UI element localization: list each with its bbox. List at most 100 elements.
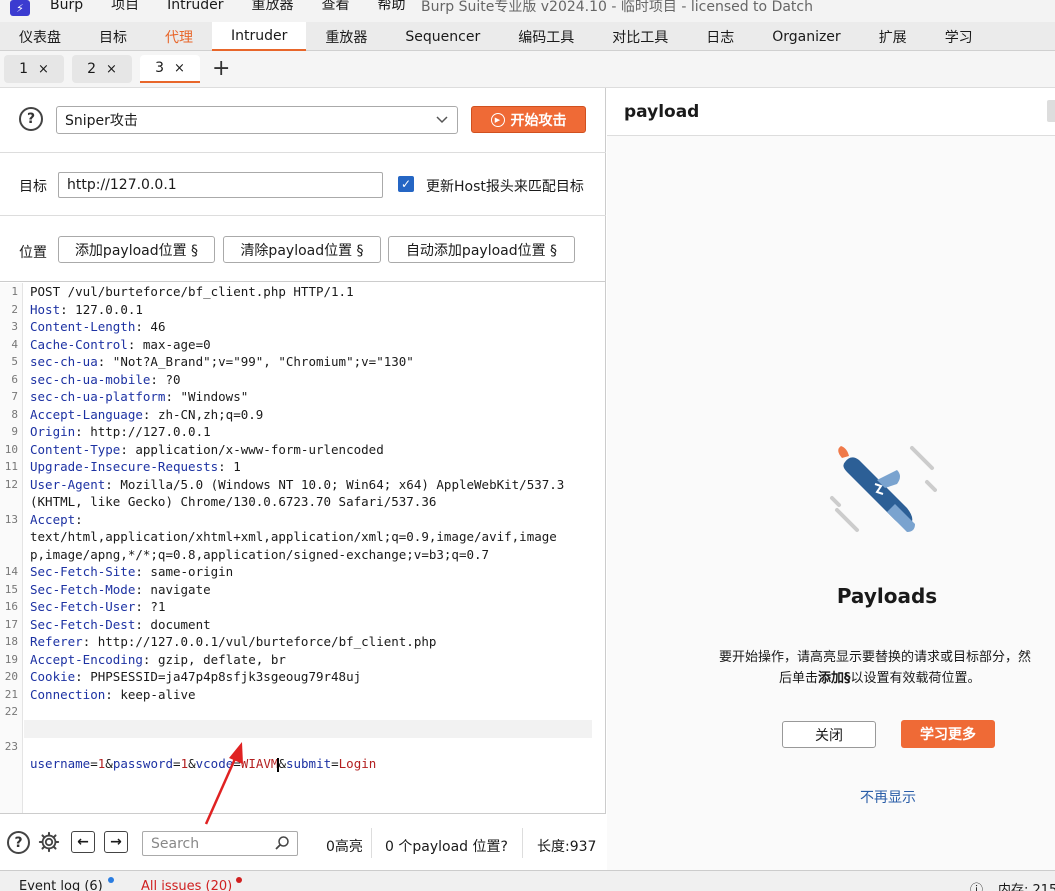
close-icon[interactable]: × (106, 62, 117, 77)
panel-collapse-handle[interactable] (1047, 100, 1055, 122)
request-line-text[interactable]: (KHTML, like Gecko) Chrome/130.0.6723.70… (30, 493, 436, 511)
target-label: 目标 (19, 179, 47, 195)
update-host-checkbox[interactable]: ✓ (398, 176, 414, 192)
line-number: 22 (4, 705, 18, 718)
header-value: ?1 (142, 599, 166, 614)
attack-type-select[interactable]: Sniper攻击 (56, 106, 458, 134)
tab-dashboard[interactable]: 仪表盘 (0, 22, 80, 51)
request-line-text[interactable]: User-Agent: Mozilla/5.0 (Windows NT 10.0… (30, 476, 564, 494)
request-line-text[interactable]: Referer: http://127.0.0.1/vul/burteforce… (30, 633, 436, 651)
help-icon[interactable]: ? (7, 831, 30, 854)
close-icon[interactable]: × (174, 61, 185, 76)
request-line-text[interactable]: sec-ch-ua: "Not?A_Brand";v="99", "Chromi… (30, 353, 414, 371)
header-name: Sec-Fetch-Site (30, 564, 136, 579)
tab-learn[interactable]: 学习 (926, 22, 992, 51)
tab-logger[interactable]: 日志 (687, 22, 753, 51)
header-name: Accept-Language (30, 406, 143, 422)
close-icon[interactable]: × (38, 62, 49, 77)
request-line-text[interactable]: Sec-Fetch-Dest: document (30, 616, 211, 634)
header-name: Cache-Control (30, 336, 128, 352)
gear-icon[interactable] (38, 831, 60, 853)
tab-repeater[interactable]: 重放器 (306, 22, 386, 51)
request-line-text[interactable]: Host: 127.0.0.1 (30, 301, 143, 319)
next-arrow-icon[interactable]: → (104, 831, 128, 853)
request-line-text[interactable]: POST /vul/burteforce/bf_client.php HTTP/… (30, 283, 354, 301)
request-line-text[interactable]: sec-ch-ua-platform: "Windows" (30, 388, 248, 406)
add-payload-position-button[interactable]: 添加payload位置 § (58, 236, 215, 263)
tab-organizer[interactable]: Organizer (753, 22, 859, 51)
header-name: sec-ch-ua (30, 354, 98, 369)
menu-repeater[interactable]: 重放器 (252, 0, 294, 22)
request-line-text[interactable]: sec-ch-ua-mobile: ?0 (30, 371, 181, 389)
request-line: 17 Sec-Fetch-Dest: document (0, 616, 606, 634)
attack-tab-1[interactable]: 1 × (4, 55, 64, 83)
search-input[interactable]: Search (142, 831, 298, 856)
request-line-text[interactable]: p,image/apng,*/*;q=0.8,application/signe… (30, 546, 489, 564)
menu-view[interactable]: 查看 (322, 0, 350, 22)
menu-intruder[interactable]: Intruder (167, 0, 223, 22)
tab-sequencer[interactable]: Sequencer (386, 22, 499, 51)
header-name: User-Agent (30, 476, 106, 492)
request-line-text[interactable]: Accept-Encoding: gzip, deflate, br (30, 651, 286, 669)
request-line-text[interactable]: Content-Length: 46 (30, 318, 165, 336)
help-icon[interactable]: ? (19, 107, 43, 131)
menu-project[interactable]: 项目 (111, 0, 139, 22)
update-host-label: 更新Host报头来匹配目标 (426, 179, 584, 195)
request-line: 15 Sec-Fetch-Mode: navigate (0, 581, 606, 599)
request-line-text[interactable]: Accept-Language: zh-CN,zh;q=0.9 (30, 406, 263, 424)
dont-show-again-link[interactable]: 不再显示 (860, 787, 916, 807)
request-line: 20 Cookie: PHPSESSID=ja47p4p8sfjk3sgeoug7… (0, 668, 606, 686)
previous-arrow-icon[interactable]: ← (71, 831, 95, 853)
line-number: 13 (4, 512, 18, 526)
status-bar: Event log (6) All issues (20) ⓘ 内存: 215 (0, 870, 1055, 891)
request-editor[interactable]: 1 POST /vul/burteforce/bf_client.php HTTP… (0, 283, 606, 813)
toolbar-divider (371, 828, 372, 858)
tab-decoder[interactable]: 编码工具 (499, 22, 593, 51)
tab-comparer[interactable]: 对比工具 (593, 22, 687, 51)
highlight-count: 0高亮 (326, 839, 363, 855)
request-line-text[interactable]: Upgrade-Insecure-Requests: 1 (30, 458, 241, 476)
request-line-text[interactable]: Accept: (30, 511, 83, 529)
attack-tab-3[interactable]: 3 × (140, 55, 200, 83)
request-line-text[interactable]: Sec-Fetch-Site: same-origin (30, 563, 233, 581)
start-attack-button[interactable]: ▶ 开始攻击 (471, 106, 586, 133)
all-issues-link[interactable]: All issues (20) (141, 879, 232, 891)
close-button[interactable]: 关闭 (782, 721, 876, 748)
request-line: 11 Upgrade-Insecure-Requests: 1 (0, 458, 606, 476)
menu-help[interactable]: 帮助 (378, 0, 406, 22)
tab-proxy[interactable]: 代理 (146, 22, 212, 51)
header-value: p,image/apng,*/*;q=0.8,application/signe… (30, 546, 490, 562)
auto-add-payload-position-button[interactable]: 自动添加payload位置 § (388, 236, 575, 263)
tab-intruder[interactable]: Intruder (212, 22, 307, 51)
attack-tab-label: 2 (87, 61, 96, 77)
request-line-text[interactable]: Connection: keep-alive (30, 686, 196, 704)
request-line-text[interactable]: Content-Type: application/x-www-form-url… (30, 441, 384, 459)
tab-target[interactable]: 目标 (80, 22, 146, 51)
learn-more-button[interactable]: 学习更多 (901, 720, 995, 748)
header-name: Sec-Fetch-User (30, 599, 136, 614)
event-log-link[interactable]: Event log (6) (19, 879, 103, 891)
line-number: 14 (4, 565, 18, 578)
line-number: 9 (11, 425, 18, 438)
request-line-text[interactable]: Cache-Control: max-age=0 (30, 336, 211, 354)
request-line-text[interactable]: text/html,application/xhtml+xml,applicat… (30, 528, 557, 546)
add-tab-icon[interactable]: + (212, 58, 230, 80)
header-separator: : (135, 616, 143, 632)
menu-burp[interactable]: Burp (50, 0, 83, 22)
header-value: max-age=0 (135, 336, 211, 352)
header-separator: : (120, 441, 128, 457)
request-line-text[interactable]: Sec-Fetch-User: ?1 (30, 598, 165, 616)
tab-extensions[interactable]: 扩展 (860, 22, 926, 51)
clear-payload-position-button[interactable]: 清除payload位置 § (223, 236, 381, 263)
request-line: p,image/apng,*/*;q=0.8,application/signe… (0, 546, 606, 564)
chevron-down-icon (435, 112, 449, 130)
attack-tab-2[interactable]: 2 × (72, 55, 132, 83)
request-length: 长度:937 (537, 839, 597, 855)
request-line: 22 (0, 703, 606, 721)
request-line-text[interactable]: Origin: http://127.0.0.1 (30, 423, 211, 441)
request-line-text[interactable]: Sec-Fetch-Mode: navigate (30, 581, 211, 599)
request-line-text[interactable]: Cookie: PHPSESSID=ja47p4p8sfjk3sgeoug79r… (30, 668, 361, 686)
request-line: text/html,application/xhtml+xml,applicat… (0, 528, 606, 546)
target-url-input[interactable]: http://127.0.0.1 (58, 172, 383, 198)
positions-label: 位置 (19, 245, 47, 261)
